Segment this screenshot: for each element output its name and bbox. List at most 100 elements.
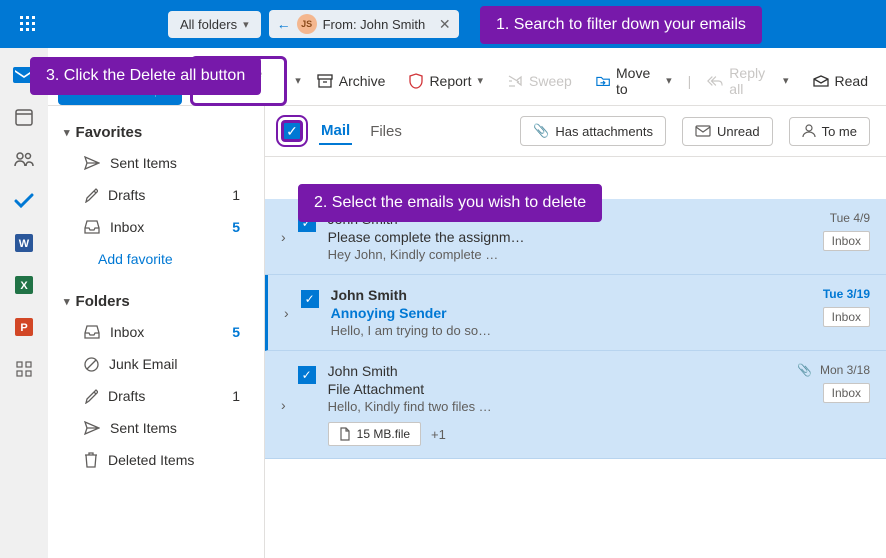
sweep-button[interactable]: Sweep [499, 67, 580, 95]
message-row[interactable]: › ✓ John Smith File Attachment Hello, Ki… [265, 351, 886, 459]
message-row[interactable]: › ✓ John Smith Annoying Sender Hello, I … [265, 275, 886, 351]
tutorial-callout-2: 2. Select the emails you wish to delete [298, 184, 602, 222]
filter-has-attachments[interactable]: 📎Has attachments [520, 116, 666, 146]
message-preview: Hello, Kindly find two files … [328, 399, 785, 414]
message-folder-tag: Inbox [823, 231, 870, 251]
message-list-header: ✓ Mail Files 📎Has attachments Unread To … [265, 106, 886, 157]
avatar: JS [297, 14, 317, 34]
folder-junk[interactable]: Junk Email [56, 348, 256, 380]
move-to-button[interactable]: Move to ▾ [588, 59, 680, 103]
folder-name: Drafts [108, 388, 145, 404]
tab-mail[interactable]: Mail [319, 118, 352, 145]
search-scope-dropdown[interactable]: All folders ▾ [168, 11, 261, 38]
filter-label: Unread [717, 124, 760, 139]
back-arrow-icon[interactable]: ← [277, 16, 291, 32]
mail-open-icon [813, 75, 829, 87]
tutorial-callout-3: 3. Click the Delete all button [30, 57, 261, 95]
message-meta: 📎Mon 3/18 Inbox [797, 363, 870, 446]
message-meta: Tue 4/9 Inbox [823, 211, 870, 262]
send-icon [84, 421, 100, 435]
folder-move-icon [596, 74, 610, 88]
inbox-icon [84, 325, 100, 339]
message-subject: File Attachment [328, 381, 785, 397]
inbox-icon [84, 220, 100, 234]
chevron-down-icon[interactable]: ▾ [295, 74, 301, 87]
folder-count: 5 [232, 219, 240, 235]
clear-search-icon[interactable]: ✕ [439, 16, 451, 33]
folder-name: Inbox [110, 219, 144, 235]
message-checkbox[interactable]: ✓ [298, 366, 316, 384]
chevron-down-icon: ▾ [666, 74, 672, 87]
search-box[interactable]: ← JS From: John Smith ✕ [269, 10, 459, 38]
read-button[interactable]: Read [805, 67, 876, 95]
favorites-label: Favorites [76, 124, 143, 141]
filter-to-me[interactable]: To me [789, 117, 870, 146]
send-icon [84, 156, 100, 170]
report-button[interactable]: Report ▾ [401, 67, 491, 95]
folder-inbox[interactable]: Inbox5 [56, 316, 256, 348]
message-preview: Hello, I am trying to do so… [331, 323, 811, 338]
people-app-icon[interactable] [13, 148, 35, 170]
expand-icon[interactable]: › [284, 305, 289, 321]
message-folder-tag: Inbox [823, 383, 870, 403]
archive-button[interactable]: Archive [309, 67, 394, 95]
attachment-name: 15 MB.file [357, 427, 410, 441]
message-folder-tag: Inbox [823, 307, 870, 327]
message-subject: Annoying Sender [331, 305, 811, 321]
filter-unread[interactable]: Unread [682, 117, 773, 146]
folder-name: Junk Email [109, 356, 177, 372]
app-launcher-icon[interactable] [8, 4, 48, 44]
message-meta: Tue 3/19 Inbox [823, 287, 870, 338]
folder-inbox[interactable]: Inbox 5 [56, 211, 256, 243]
chevron-down-icon: ▾ [64, 126, 70, 139]
read-label: Read [835, 73, 868, 89]
sweep-label: Sweep [529, 73, 572, 89]
message-date: Tue 3/19 [823, 287, 870, 301]
message-from: John Smith [328, 363, 785, 379]
reply-all-button[interactable]: Reply all ▾ [699, 59, 796, 103]
app-rail: W X P [0, 48, 48, 558]
select-all-checkbox[interactable]: ✓ [281, 120, 303, 142]
filter-label: Has attachments [555, 124, 653, 139]
report-label: Report [429, 73, 471, 89]
draft-icon [84, 187, 98, 203]
folder-drafts[interactable]: Drafts1 [56, 380, 256, 412]
message-content: John Smith Annoying Sender Hello, I am t… [331, 287, 811, 338]
attachment-chip[interactable]: 15 MB.file [328, 422, 421, 446]
search-area: All folders ▾ ← JS From: John Smith ✕ [168, 10, 459, 38]
message-pane: ✓ Mail Files 📎Has attachments Unread To … [264, 106, 886, 558]
folders-label: Folders [76, 293, 130, 310]
expand-icon[interactable]: › [281, 229, 286, 245]
folder-name: Sent Items [110, 155, 177, 171]
folders-section[interactable]: ▾Folders [56, 287, 256, 316]
folder-sent-items[interactable]: Sent Items [56, 147, 256, 179]
message-subject: Please complete the assignm… [328, 229, 811, 245]
message-checkbox[interactable]: ✓ [301, 290, 319, 308]
message-from: John Smith [331, 287, 811, 303]
folder-deleted-items[interactable]: Deleted Items [56, 444, 256, 476]
folder-count: 5 [232, 324, 240, 340]
trash-icon [84, 452, 98, 468]
expand-icon[interactable]: › [281, 397, 286, 413]
message-content: John Smith File Attachment Hello, Kindly… [328, 363, 785, 446]
folder-sent-items[interactable]: Sent Items [56, 412, 256, 444]
calendar-app-icon[interactable] [13, 106, 35, 128]
word-app-icon[interactable]: W [13, 232, 35, 254]
tab-files[interactable]: Files [368, 119, 404, 144]
chevron-down-icon: ▾ [783, 74, 789, 87]
search-query: From: John Smith [323, 17, 433, 32]
add-favorite-link[interactable]: Add favorite [56, 243, 256, 275]
attachment-more[interactable]: +1 [431, 427, 446, 442]
attachment-row: 15 MB.file +1 [328, 422, 785, 446]
svg-text:P: P [20, 322, 27, 334]
todo-app-icon[interactable] [13, 190, 35, 212]
body-area: ▾ Favorites Sent Items Drafts1 Inbox 5 Add… [48, 106, 886, 558]
content: New mail ▾ Delete all ▾ Archive Report ▾… [48, 48, 886, 558]
folder-drafts[interactable]: Drafts1 [56, 179, 256, 211]
favorites-section[interactable]: ▾ Favorites [56, 118, 256, 147]
message-preview: Hey John, Kindly complete … [328, 247, 811, 262]
excel-app-icon[interactable]: X [13, 274, 35, 296]
more-apps-icon[interactable] [13, 358, 35, 380]
powerpoint-app-icon[interactable]: P [13, 316, 35, 338]
file-icon [339, 427, 351, 441]
